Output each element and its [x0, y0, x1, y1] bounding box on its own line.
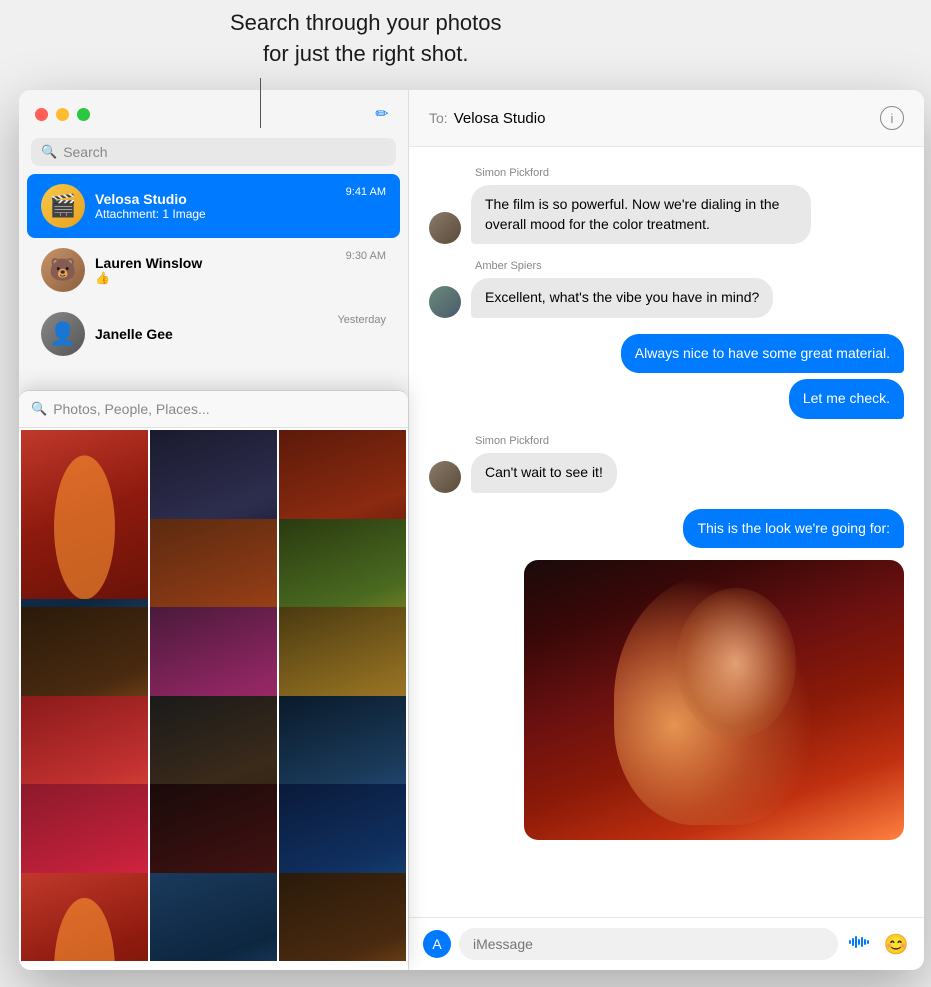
outgoing-image-group: This is the look we're going for: — [429, 509, 904, 841]
msg-content-5: Simon Pickford Can't wait to see it! — [471, 435, 617, 493]
conv-time-janelle: Yesterday — [337, 314, 386, 326]
bubble-2: Excellent, what's the vibe you have in m… — [471, 278, 773, 318]
conv-preview-lauren: 👍 — [95, 271, 336, 285]
chat-image-inner — [524, 560, 904, 840]
search-placeholder: Search — [63, 144, 107, 160]
conversation-item-velosa[interactable]: 🎬 Velosa Studio Attachment: 1 Image 9:41… — [27, 174, 400, 238]
chat-image — [524, 560, 904, 840]
annotation-line — [260, 78, 261, 128]
bubble-1: The film is so powerful. Now we're diali… — [471, 185, 811, 244]
photos-search-bar[interactable]: 🔍 Photos, People, Places... — [19, 391, 408, 428]
photos-picker: 🔍 Photos, People, Places... — [19, 390, 408, 970]
message-input[interactable] — [459, 928, 838, 960]
maximize-button[interactable] — [77, 108, 90, 121]
sidebar: ✏ 🔍 Search 🎬 Velosa Studio Attachment: 1… — [19, 90, 409, 970]
emoji-button[interactable]: 😊 — [882, 930, 910, 958]
msg-content-2: Amber Spiers Excellent, what's the vibe … — [471, 260, 773, 318]
message-group-2: Amber Spiers Excellent, what's the vibe … — [429, 260, 773, 318]
conv-time-lauren: 9:30 AM — [346, 250, 386, 262]
conv-name-janelle: Janelle Gee — [95, 326, 327, 342]
chat-messages: Simon Pickford The film is so powerful. … — [409, 147, 924, 917]
chat-input-area: A 😊 — [409, 917, 924, 970]
appstore-button[interactable]: A — [423, 930, 451, 958]
conv-name-lauren: Lauren Winslow — [95, 255, 336, 271]
avatar-amber — [429, 286, 461, 318]
avatar-simon-1 — [429, 212, 461, 244]
bubble-6: This is the look we're going for: — [683, 509, 904, 549]
photo-grid — [19, 428, 408, 961]
conv-info-janelle: Janelle Gee — [95, 326, 327, 342]
avatar-simon-2 — [429, 461, 461, 493]
chat-panel: To: Velosa Studio i Simon Pickford The f… — [409, 90, 924, 970]
close-button[interactable] — [35, 108, 48, 121]
photo-cell-1[interactable] — [21, 430, 148, 599]
conv-name-velosa: Velosa Studio — [95, 191, 336, 207]
appstore-icon: A — [432, 936, 441, 952]
minimize-button[interactable] — [56, 108, 69, 121]
conv-info-velosa: Velosa Studio Attachment: 1 Image — [95, 191, 336, 221]
emoji-icon: 😊 — [884, 932, 909, 957]
photo-cell-18[interactable] — [279, 873, 406, 962]
main-window: ✏ 🔍 Search 🎬 Velosa Studio Attachment: 1… — [19, 90, 924, 970]
message-group-1: Simon Pickford The film is so powerful. … — [429, 167, 811, 244]
conv-info-lauren: Lauren Winslow 👍 — [95, 255, 336, 285]
annotation-text: Search through your photos for just the … — [230, 8, 502, 70]
photo-cell-16[interactable] — [21, 873, 148, 962]
chat-header: To: Velosa Studio i — [409, 90, 924, 147]
chat-recipient: Velosa Studio — [454, 110, 880, 127]
conv-time-velosa: 9:41 AM — [346, 186, 386, 198]
info-icon: i — [891, 111, 894, 126]
photo-cell-17[interactable] — [150, 873, 277, 962]
sender-name-1: Simon Pickford — [475, 167, 811, 179]
outgoing-group: Always nice to have some great material.… — [429, 334, 904, 419]
conversation-item-lauren[interactable]: 🐻 Lauren Winslow 👍 9:30 AM — [27, 238, 400, 302]
search-icon: 🔍 — [41, 144, 57, 160]
info-button[interactable]: i — [880, 106, 904, 130]
to-label: To: — [429, 110, 448, 126]
sender-name-5: Simon Pickford — [475, 435, 617, 447]
conversation-item-janelle[interactable]: 👤 Janelle Gee Yesterday — [27, 302, 400, 366]
avatar-lauren: 🐻 — [41, 248, 85, 292]
avatar-janelle: 👤 — [41, 312, 85, 356]
msg-content-1: Simon Pickford The film is so powerful. … — [471, 167, 811, 244]
waveform-icon — [849, 934, 871, 955]
sender-name-2: Amber Spiers — [475, 260, 773, 272]
photos-search-placeholder: Photos, People, Places... — [53, 401, 209, 417]
bubble-3: Always nice to have some great material. — [621, 334, 904, 374]
search-bar[interactable]: 🔍 Search — [31, 138, 396, 166]
message-group-5: Simon Pickford Can't wait to see it! — [429, 435, 617, 493]
avatar-velosa: 🎬 — [41, 184, 85, 228]
traffic-lights — [35, 108, 90, 121]
conv-preview-velosa: Attachment: 1 Image — [95, 207, 336, 221]
bubble-4: Let me check. — [789, 379, 904, 419]
bubble-5: Can't wait to see it! — [471, 453, 617, 493]
compose-button[interactable]: ✏ — [372, 104, 392, 124]
photos-search-icon: 🔍 — [31, 401, 47, 417]
audio-button[interactable] — [846, 930, 874, 958]
title-bar: ✏ — [19, 90, 408, 134]
